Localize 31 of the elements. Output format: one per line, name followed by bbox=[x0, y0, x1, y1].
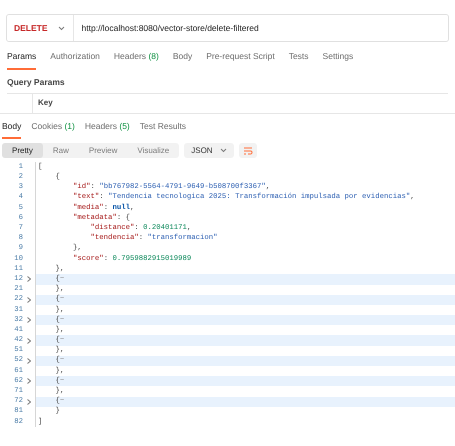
tab[interactable]: Body bbox=[172, 50, 192, 70]
tab[interactable]: Pre-request Script bbox=[206, 50, 275, 70]
tab[interactable]: Params bbox=[7, 50, 36, 70]
chevron-right-icon[interactable] bbox=[27, 358, 31, 364]
chevron-right-icon[interactable] bbox=[27, 296, 31, 303]
column-header: Key bbox=[37, 97, 53, 109]
tab[interactable]: Tests bbox=[288, 50, 309, 70]
chevron-right-icon[interactable] bbox=[27, 276, 31, 282]
tab[interactable]: Headers (8) bbox=[114, 50, 159, 70]
view-mode-tab[interactable]: Visualize bbox=[127, 143, 180, 158]
tab[interactable]: Settings bbox=[322, 50, 354, 70]
tab[interactable]: Body bbox=[2, 120, 22, 140]
tab[interactable]: Cookies (1) bbox=[31, 120, 75, 140]
view-mode-tab[interactable]: Pretty bbox=[2, 143, 43, 158]
section-title: Query Params bbox=[6, 76, 66, 88]
view-mode-tab[interactable]: Raw bbox=[42, 143, 79, 158]
view-mode-tab[interactable]: Preview bbox=[78, 143, 128, 158]
chevron-right-icon[interactable] bbox=[27, 317, 31, 324]
method-dropdown[interactable]: DELETE bbox=[7, 15, 74, 41]
chevron-right-icon[interactable] bbox=[27, 398, 31, 405]
wrap-lines-button[interactable] bbox=[238, 143, 257, 158]
chevron-right-icon[interactable] bbox=[27, 378, 31, 384]
url-bar[interactable]: DELETE http://localhost:8080/vector-store/delete-filtered bbox=[6, 14, 449, 42]
wrap-lines-icon bbox=[242, 146, 253, 155]
chevron-right-icon[interactable] bbox=[27, 338, 31, 344]
chevron-down-icon bbox=[58, 26, 65, 30]
tab[interactable]: Authorization bbox=[50, 50, 100, 70]
tab[interactable]: Test Results bbox=[140, 120, 186, 140]
chevron-down-icon bbox=[220, 148, 227, 154]
tab[interactable]: Headers (5) bbox=[84, 120, 130, 140]
format-dropdown[interactable]: JSON bbox=[184, 143, 234, 158]
